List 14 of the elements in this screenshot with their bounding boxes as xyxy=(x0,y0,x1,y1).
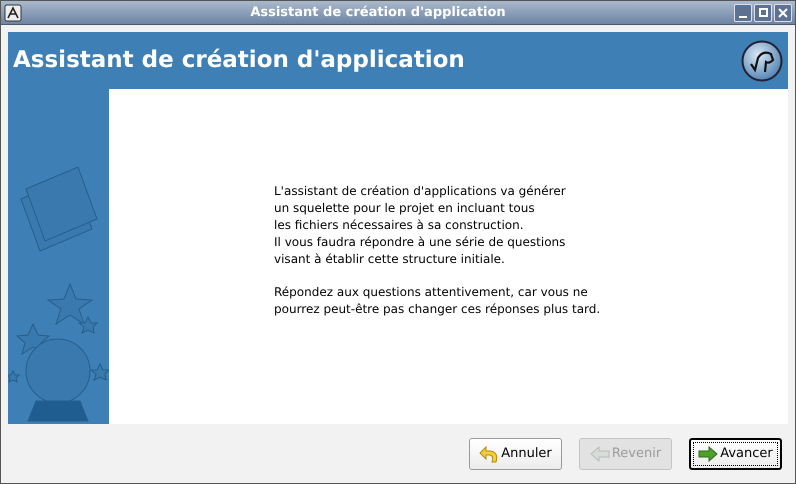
close-button[interactable] xyxy=(774,4,792,22)
close-icon xyxy=(778,8,788,18)
window-title: Assistant de création d'application xyxy=(250,4,506,22)
intro-paragraph: Répondez aux questions attentivement, car vous ne pourrez peut-être pas changer ces réponses plus tard. xyxy=(274,284,602,318)
next-button[interactable]: Avancer xyxy=(689,438,782,470)
banner-title: Assistant de création d'application xyxy=(13,46,465,76)
left-arrow-icon xyxy=(590,444,610,464)
undo-arrow-icon xyxy=(479,444,500,464)
app-icon xyxy=(4,4,22,22)
cancel-button[interactable]: Annuler xyxy=(469,438,562,470)
maximize-button[interactable] xyxy=(754,4,772,22)
intro-paragraph: L'assistant de création d'applications va générer un squelette pour le projet en incluant tous les fichiers nécessaires à sa construction. Il vous faudra répondre à une série de questions visant à établir cette structure initiale. xyxy=(274,183,567,268)
right-arrow-icon xyxy=(698,444,718,464)
minimize-button[interactable] xyxy=(734,4,752,22)
